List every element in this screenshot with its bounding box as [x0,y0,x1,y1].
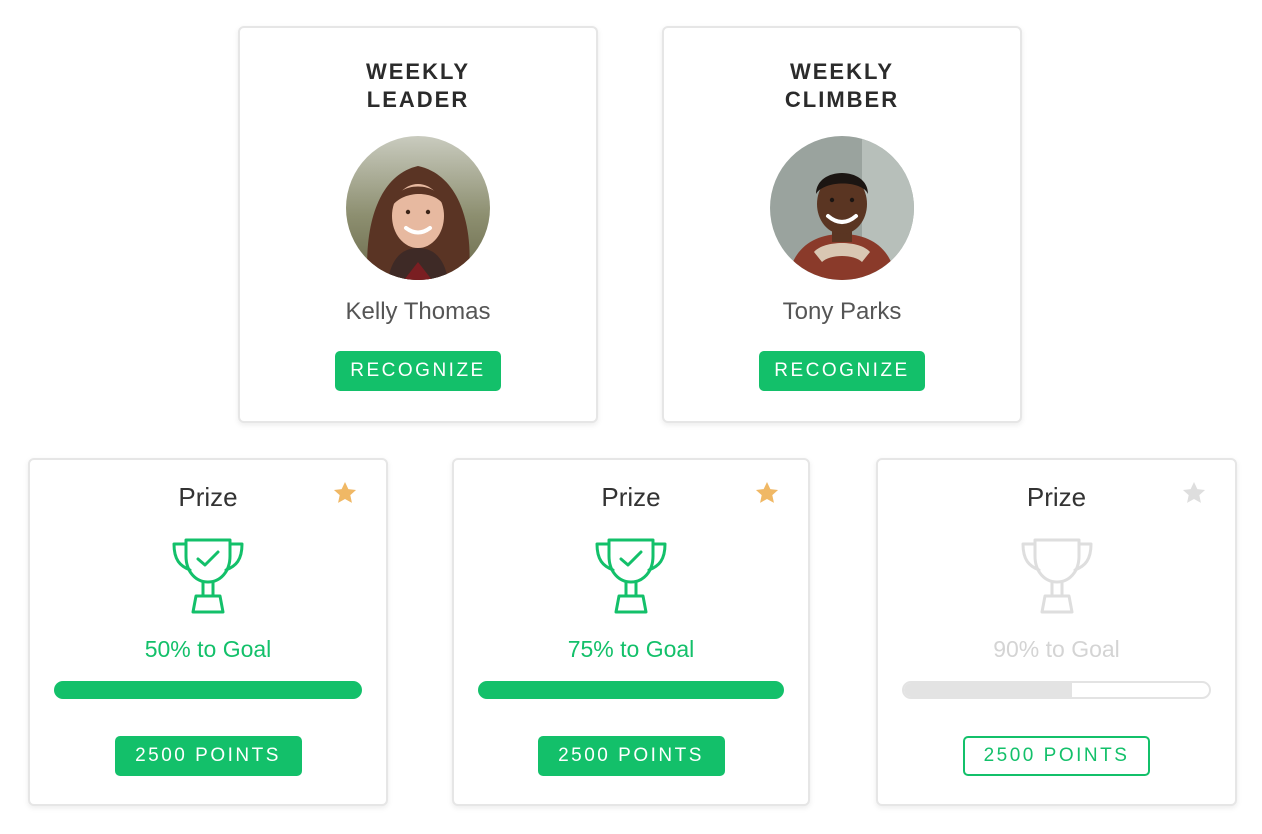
goal-progress-text: 50% to Goal [144,636,272,662]
weekly-climber-card: WEEKLY CLIMBER Tony Parks RECOGNIZE [662,26,1022,423]
points-button[interactable]: 2500 POINTS [537,736,725,776]
points-button[interactable]: 2500 POINTS [963,736,1150,776]
goal-progress-bar [478,681,784,699]
star-icon[interactable] [754,480,780,506]
recognize-button[interactable]: RECOGNIZE [759,351,925,391]
trophy-icon [172,538,244,614]
goal-progress-fill [54,681,362,699]
goal-progress-fill [478,681,784,699]
goal-progress-bar [902,681,1211,699]
trophy-icon [595,538,667,614]
avatar [770,136,914,280]
trophy-icon [1021,538,1092,614]
avatar [346,136,490,280]
goal-progress-fill [904,683,1072,697]
prize-card: Prize 90% to Goal 2500 POINTS [876,458,1237,806]
card-title: WEEKLY CLIMBER [784,59,900,112]
recognize-button[interactable]: RECOGNIZE [335,351,501,391]
star-icon[interactable] [332,480,358,506]
goal-progress-text: 75% to Goal [567,636,695,662]
card-title: WEEKLY LEADER [365,59,471,112]
goal-progress-text: 90% to Goal [993,636,1120,662]
leader-name: Kelly Thomas [345,298,491,325]
prize-card: Prize 75% to Goal 2500 POINTS [452,458,810,806]
leader-name: Tony Parks [782,298,902,325]
points-button[interactable]: 2500 POINTS [114,736,302,776]
goal-progress-bar [54,681,362,699]
star-icon[interactable] [1181,480,1207,506]
prize-card: Prize 50% to Goal 2500 POINTS [28,458,388,806]
weekly-leader-card: WEEKLY LEADER Kelly Thomas RECOGNIZE [238,26,598,423]
